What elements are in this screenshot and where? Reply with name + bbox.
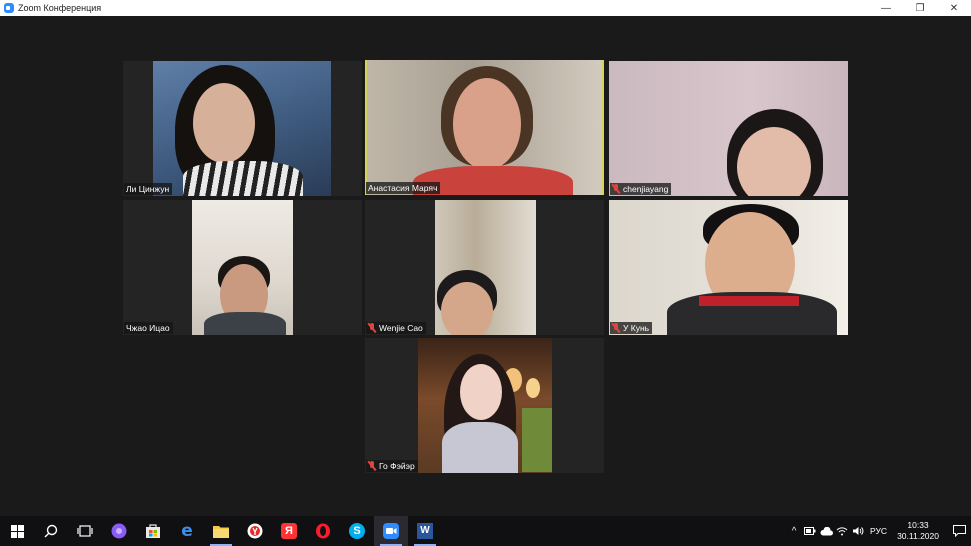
- participant-tile-4[interactable]: Чжао Ицао: [123, 200, 362, 335]
- participant-name-label: Го Фэйэр: [366, 460, 418, 472]
- cloud-icon[interactable]: [818, 516, 834, 546]
- task-view-button[interactable]: [68, 516, 102, 546]
- participant-video: [153, 61, 331, 196]
- windows-start-button[interactable]: [0, 516, 34, 546]
- participant-video: [367, 60, 602, 195]
- word-icon: W: [417, 523, 433, 539]
- store-app-button[interactable]: [136, 516, 170, 546]
- clock-time: 10:33: [907, 520, 929, 530]
- search-icon: [44, 524, 58, 538]
- muted-mic-icon: [612, 323, 620, 333]
- participant-name-label: Ли Цинжун: [124, 183, 173, 195]
- notifications-icon[interactable]: [947, 516, 971, 546]
- taskbar: e Я S W ^ РУС 10:33 30.11.2020: [0, 516, 971, 546]
- participant-video: [609, 61, 848, 196]
- opera-icon: [316, 523, 330, 539]
- input-language-indicator[interactable]: РУС: [870, 526, 887, 536]
- skype-app-button[interactable]: S: [340, 516, 374, 546]
- muted-mic-icon: [612, 184, 620, 194]
- yandex-browser-icon: [247, 523, 263, 539]
- search-button[interactable]: [34, 516, 68, 546]
- muted-mic-icon: [368, 323, 376, 333]
- file-explorer-button[interactable]: [204, 516, 238, 546]
- clock[interactable]: 10:33 30.11.2020: [897, 520, 939, 542]
- participant-video: [192, 200, 293, 335]
- yandex-app-button[interactable]: Я: [272, 516, 306, 546]
- participant-name-label: У Кунь: [610, 322, 653, 334]
- minimize-button[interactable]: —: [869, 0, 903, 16]
- windows-logo-icon: [10, 524, 24, 538]
- clock-date: 30.11.2020: [897, 531, 939, 541]
- store-icon: [146, 524, 160, 538]
- skype-icon: S: [349, 523, 365, 539]
- participant-tile-2[interactable]: Анастасия Маряч: [365, 60, 604, 195]
- gallery-view: Ли Цинжун Анастасия Маряч chenjiayang Чж…: [0, 16, 971, 516]
- participant-name-label: Чжао Ицао: [124, 322, 173, 334]
- participant-tile-7[interactable]: Го Фэйэр: [365, 338, 604, 473]
- word-app-button[interactable]: W: [408, 516, 442, 546]
- muted-mic-icon: [368, 461, 376, 471]
- participant-name-label: Wenjie Cao: [366, 322, 426, 334]
- edge-app-button[interactable]: e: [170, 516, 204, 546]
- window-title: Zoom Конференция: [18, 3, 102, 13]
- participant-name-label: Анастасия Маряч: [366, 182, 441, 194]
- folder-icon: [213, 526, 229, 538]
- system-tray: ^ РУС 10:33 30.11.2020: [786, 516, 971, 546]
- zoom-icon: [383, 523, 399, 539]
- yandex-browser-button[interactable]: [238, 516, 272, 546]
- alice-app-button[interactable]: [102, 516, 136, 546]
- participant-video: [435, 200, 536, 335]
- participant-tile-1[interactable]: Ли Цинжун: [123, 61, 362, 196]
- title-bar: Zoom Конференция — ❐ ✕: [0, 0, 971, 16]
- edge-icon: e: [181, 521, 193, 541]
- participant-name-label: chenjiayang: [610, 183, 672, 195]
- alice-icon: [111, 523, 127, 539]
- chevron-up-icon[interactable]: ^: [786, 516, 802, 546]
- participant-tile-5[interactable]: Wenjie Cao: [365, 200, 604, 335]
- wifi-icon[interactable]: [834, 516, 850, 546]
- participant-tile-3[interactable]: chenjiayang: [609, 61, 848, 196]
- yandex-icon: Я: [281, 523, 297, 539]
- zoom-app-button[interactable]: [374, 516, 408, 546]
- zoom-app-icon: [4, 3, 14, 13]
- close-button[interactable]: ✕: [937, 0, 971, 16]
- opera-app-button[interactable]: [306, 516, 340, 546]
- participant-tile-6[interactable]: У Кунь: [609, 200, 848, 335]
- participant-video: [609, 200, 848, 335]
- participant-video: [418, 338, 552, 473]
- battery-icon[interactable]: [802, 516, 818, 546]
- volume-icon[interactable]: [850, 516, 866, 546]
- restore-button[interactable]: ❐: [903, 0, 937, 16]
- task-view-icon: [77, 525, 93, 537]
